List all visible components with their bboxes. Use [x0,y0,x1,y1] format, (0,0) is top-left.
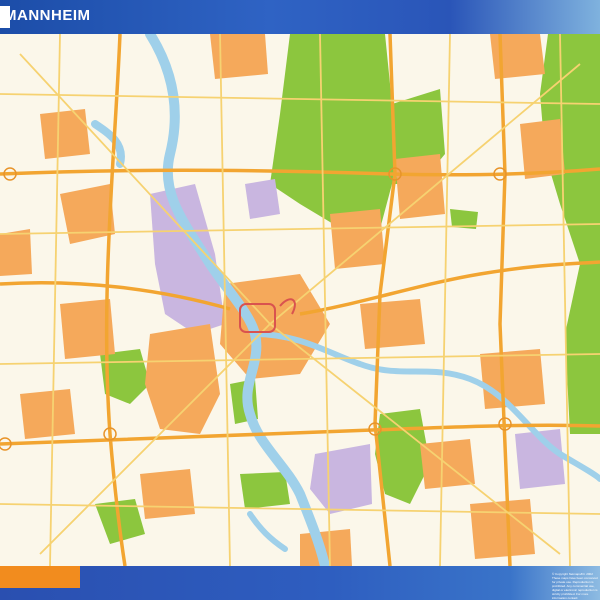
map-canvas[interactable] [0,34,600,566]
title-bar: MANNHEIM [0,0,600,34]
district-left-edge [0,229,32,276]
title-overlay [0,6,10,28]
district-east [520,119,565,179]
district-north [210,34,268,79]
district-far-west [20,389,75,439]
map-view[interactable] [0,34,600,566]
district-northeast-top [490,34,545,79]
copyright-notice: © Copyright Netmaps/Dr. 2002 These maps … [552,572,598,604]
park-south [240,472,290,509]
industrial-north [245,179,280,219]
district-east-center [360,299,425,349]
district-north-west [40,109,90,159]
district-northeast [395,154,445,219]
orange-accent [0,566,80,588]
bottom-bar [0,566,600,600]
district-northwest [60,184,115,244]
map-title: MANNHEIM [4,7,91,24]
district-north-center [330,209,385,269]
district-southeast [480,349,545,409]
district-southwest [140,469,195,519]
